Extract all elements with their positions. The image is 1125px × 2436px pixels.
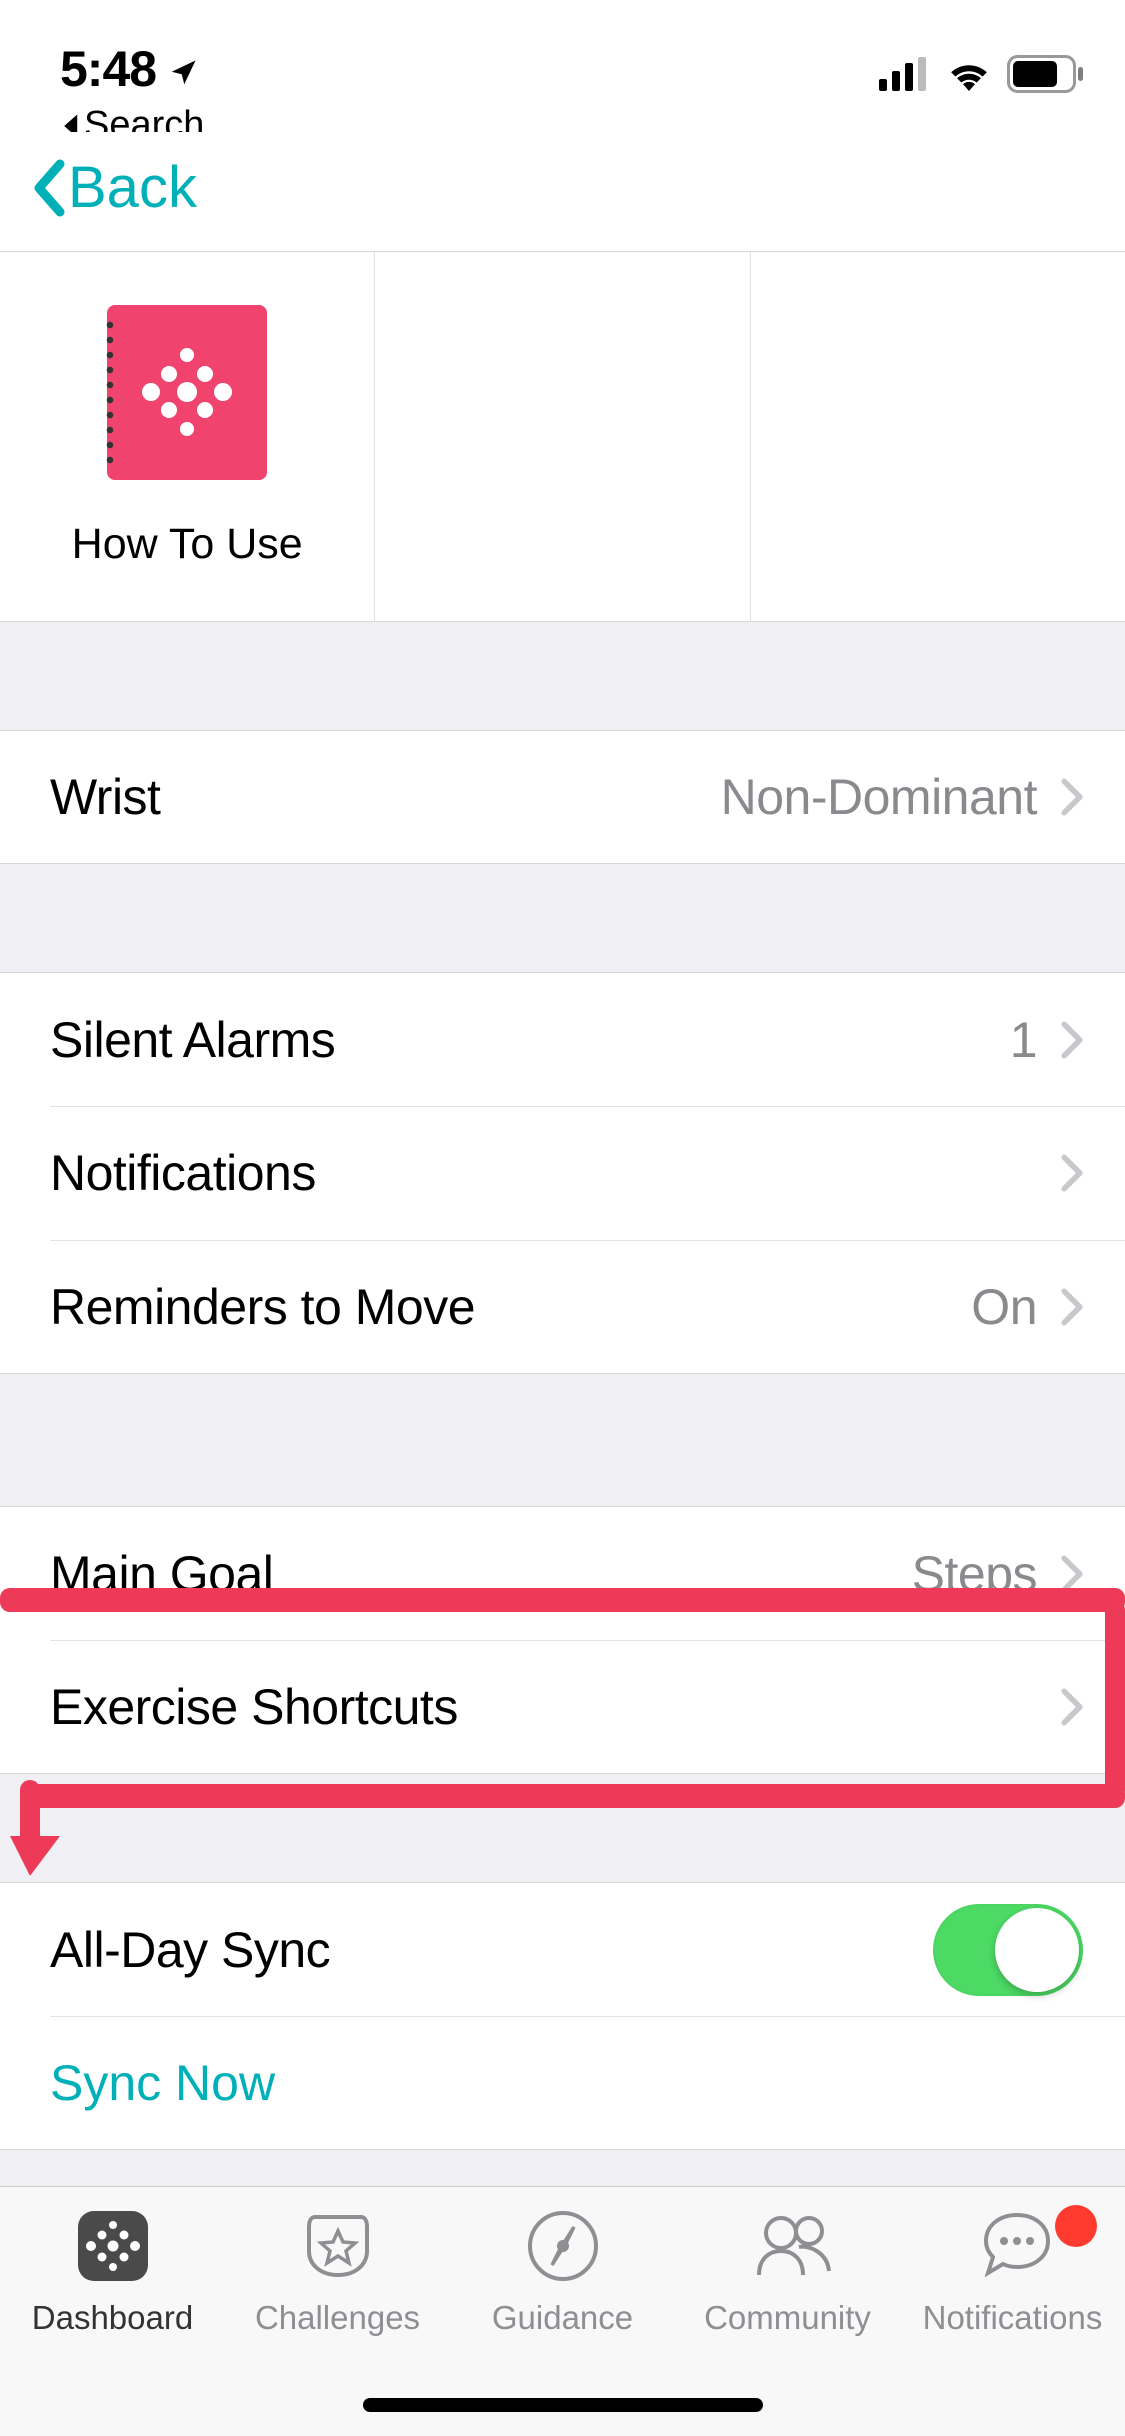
back-label: Back — [68, 154, 197, 221]
dashboard-icon — [74, 2207, 152, 2285]
status-time: 5:48 — [60, 40, 156, 98]
tab-label: Guidance — [492, 2299, 633, 2337]
nav-bar: Back — [0, 132, 1125, 252]
row-label: Exercise Shortcuts — [50, 1678, 458, 1736]
row-label: All-Day Sync — [50, 1921, 330, 1979]
row-notifications[interactable]: Notifications — [0, 1106, 1125, 1240]
row-label: Silent Alarms — [50, 1011, 335, 1069]
chevron-right-icon — [1061, 778, 1083, 816]
row-reminders-to-move[interactable]: Reminders to Move On — [0, 1240, 1125, 1374]
guidance-icon — [524, 2207, 602, 2285]
status-bar: 5:48 Search — [0, 0, 1125, 132]
challenges-icon — [299, 2207, 377, 2285]
notifications-icon — [974, 2207, 1052, 2285]
sync-now-label: Sync Now — [50, 2054, 275, 2112]
tab-label: Notifications — [923, 2299, 1103, 2337]
chevron-right-icon — [1061, 1021, 1083, 1059]
row-silent-alarms[interactable]: Silent Alarms 1 — [0, 972, 1125, 1106]
location-icon — [168, 58, 198, 88]
row-exercise-shortcuts[interactable]: Exercise Shortcuts — [0, 1640, 1125, 1774]
tab-label: Challenges — [255, 2299, 420, 2337]
tile-empty-1 — [375, 252, 750, 621]
battery-icon — [1007, 55, 1085, 93]
tile-empty-2 — [751, 252, 1125, 621]
row-label: Wrist — [50, 768, 160, 826]
row-all-day-sync[interactable]: All-Day Sync — [0, 1882, 1125, 2016]
notification-badge — [1055, 2205, 1097, 2247]
row-value: 1 — [1010, 1011, 1037, 1069]
tile-how-to-use[interactable]: How To Use — [0, 252, 375, 621]
cellular-icon — [879, 57, 931, 91]
row-label: Main Goal — [50, 1545, 273, 1603]
chevron-right-icon — [1061, 1154, 1083, 1192]
header-tiles: How To Use — [0, 252, 1125, 622]
tab-label: Dashboard — [32, 2299, 193, 2337]
chevron-right-icon — [1061, 1555, 1083, 1593]
wifi-icon — [945, 57, 993, 91]
row-value: Non-Dominant — [721, 768, 1037, 826]
toggle-all-day-sync[interactable] — [933, 1904, 1083, 1996]
home-indicator[interactable] — [363, 2398, 763, 2412]
row-main-goal[interactable]: Main Goal Steps — [0, 1506, 1125, 1640]
row-value: Steps — [912, 1545, 1037, 1603]
chevron-left-icon — [28, 158, 68, 218]
tile-label: How To Use — [72, 520, 303, 569]
row-value: On — [971, 1278, 1037, 1336]
chevron-right-icon — [1061, 1288, 1083, 1326]
row-label: Notifications — [50, 1144, 316, 1202]
chevron-right-icon — [1061, 1688, 1083, 1726]
notebook-icon — [107, 305, 267, 480]
row-sync-now[interactable]: Sync Now — [0, 2016, 1125, 2150]
tab-dashboard[interactable]: Dashboard — [0, 2207, 225, 2436]
tab-label: Community — [704, 2299, 871, 2337]
back-button[interactable]: Back — [28, 154, 1097, 221]
tab-notifications[interactable]: Notifications — [900, 2207, 1125, 2436]
row-wrist[interactable]: Wrist Non-Dominant — [0, 730, 1125, 864]
row-label: Reminders to Move — [50, 1278, 475, 1336]
community-icon — [749, 2207, 827, 2285]
